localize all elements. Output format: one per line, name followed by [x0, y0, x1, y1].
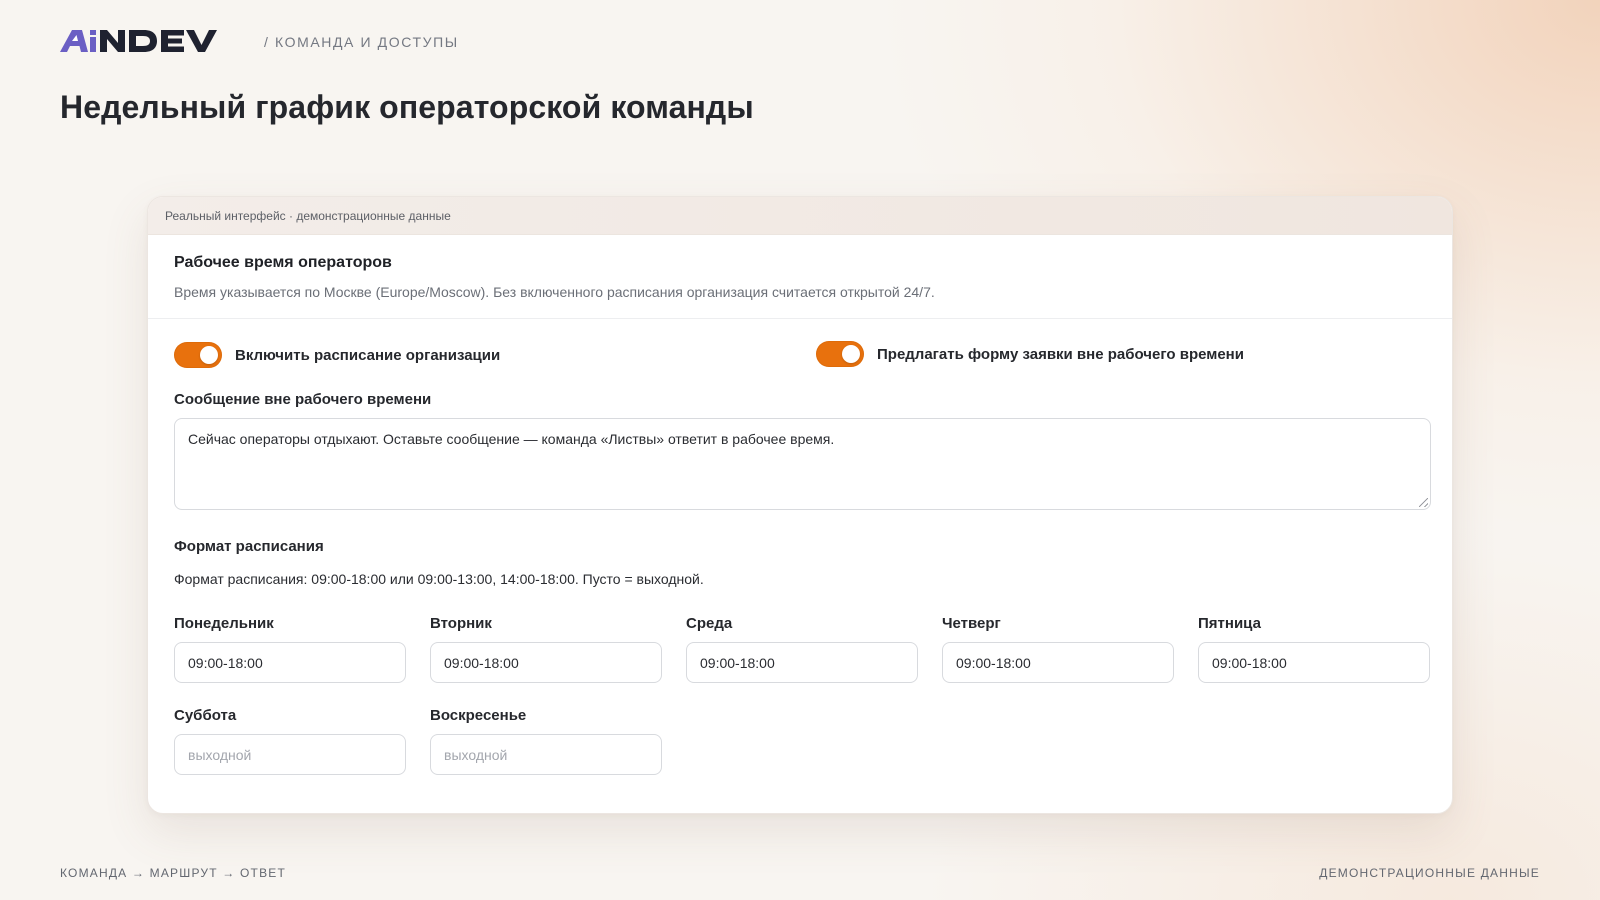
day-saturday-input[interactable]: выходной [174, 734, 406, 775]
day-label: Пятница [1198, 615, 1261, 632]
weekday-grid: Понедельник 09:00-18:00 Вторник 09:00-18… [174, 615, 1430, 775]
format-hint: Формат расписания: 09:00-18:00 или 09:00… [174, 571, 704, 587]
day-label: Вторник [430, 615, 492, 632]
day-label: Четверг [942, 615, 1001, 632]
day-wednesday: Среда 09:00-18:00 [686, 615, 918, 683]
section-title: Рабочее время операторов [174, 254, 392, 271]
schedule-card: Реальный интерфейс · демонстрационные да… [147, 196, 1453, 814]
day-monday: Понедельник 09:00-18:00 [174, 615, 406, 683]
logo [60, 27, 240, 55]
card-strip: Реальный интерфейс · демонстрационные да… [148, 197, 1452, 235]
day-tuesday-input[interactable]: 09:00-18:00 [430, 642, 662, 683]
day-sunday-input[interactable]: выходной [430, 734, 662, 775]
day-monday-input[interactable]: 09:00-18:00 [174, 642, 406, 683]
enable-schedule-toggle[interactable] [174, 342, 222, 368]
footer-demo-note: ДЕМОНСТРАЦИОННЫЕ ДАННЫЕ [1319, 866, 1540, 880]
page-header: / КОМАНДА И ДОСТУПЫ [60, 27, 459, 55]
breadcrumb[interactable]: / КОМАНДА И ДОСТУПЫ [264, 34, 459, 50]
offhours-form-toggle[interactable] [816, 341, 864, 367]
day-tuesday: Вторник 09:00-18:00 [430, 615, 662, 683]
offhours-form-label: Предлагать форму заявки вне рабочего вре… [877, 345, 1244, 363]
section-subtitle: Время указывается по Москве (Europe/Mosc… [174, 284, 935, 300]
day-label: Среда [686, 615, 733, 632]
day-label: Суббота [174, 707, 237, 724]
schedule-form: Включить расписание организации Предлага… [148, 319, 1452, 775]
page-title: Недельный график операторской команды [60, 89, 754, 125]
enable-schedule-label: Включить расписание организации [235, 346, 501, 364]
day-thursday: Четверг 09:00-18:00 [942, 615, 1174, 683]
resize-grip-icon[interactable] [1419, 498, 1428, 507]
day-friday: Пятница 09:00-18:00 [1198, 615, 1430, 683]
offhours-message-label: Сообщение вне рабочего времени [174, 391, 432, 408]
day-label: Воскресенье [430, 707, 527, 724]
logo-mark [60, 30, 217, 52]
day-sunday: Воскресенье выходной [430, 707, 662, 775]
day-wednesday-input[interactable]: 09:00-18:00 [686, 642, 918, 683]
format-label: Формат расписания [174, 538, 324, 555]
day-thursday-input[interactable]: 09:00-18:00 [942, 642, 1174, 683]
enable-schedule-group: Включить расписание организации [174, 342, 500, 368]
footer-flow: КОМАНДА → МАРШРУТ → ОТВЕТ [60, 866, 287, 880]
day-label: Понедельник [174, 615, 274, 632]
offhours-message-textarea[interactable]: Сейчас операторы отдыхают. Оставьте сооб… [174, 418, 1431, 510]
day-friday-input[interactable]: 09:00-18:00 [1198, 642, 1430, 683]
section-header: Рабочее время операторов Время указывает… [148, 235, 1452, 319]
day-saturday: Суббота выходной [174, 707, 406, 775]
offhours-form-group: Предлагать форму заявки вне рабочего вре… [816, 341, 1244, 367]
offhours-message-value: Сейчас операторы отдыхают. Оставьте сооб… [188, 431, 835, 447]
